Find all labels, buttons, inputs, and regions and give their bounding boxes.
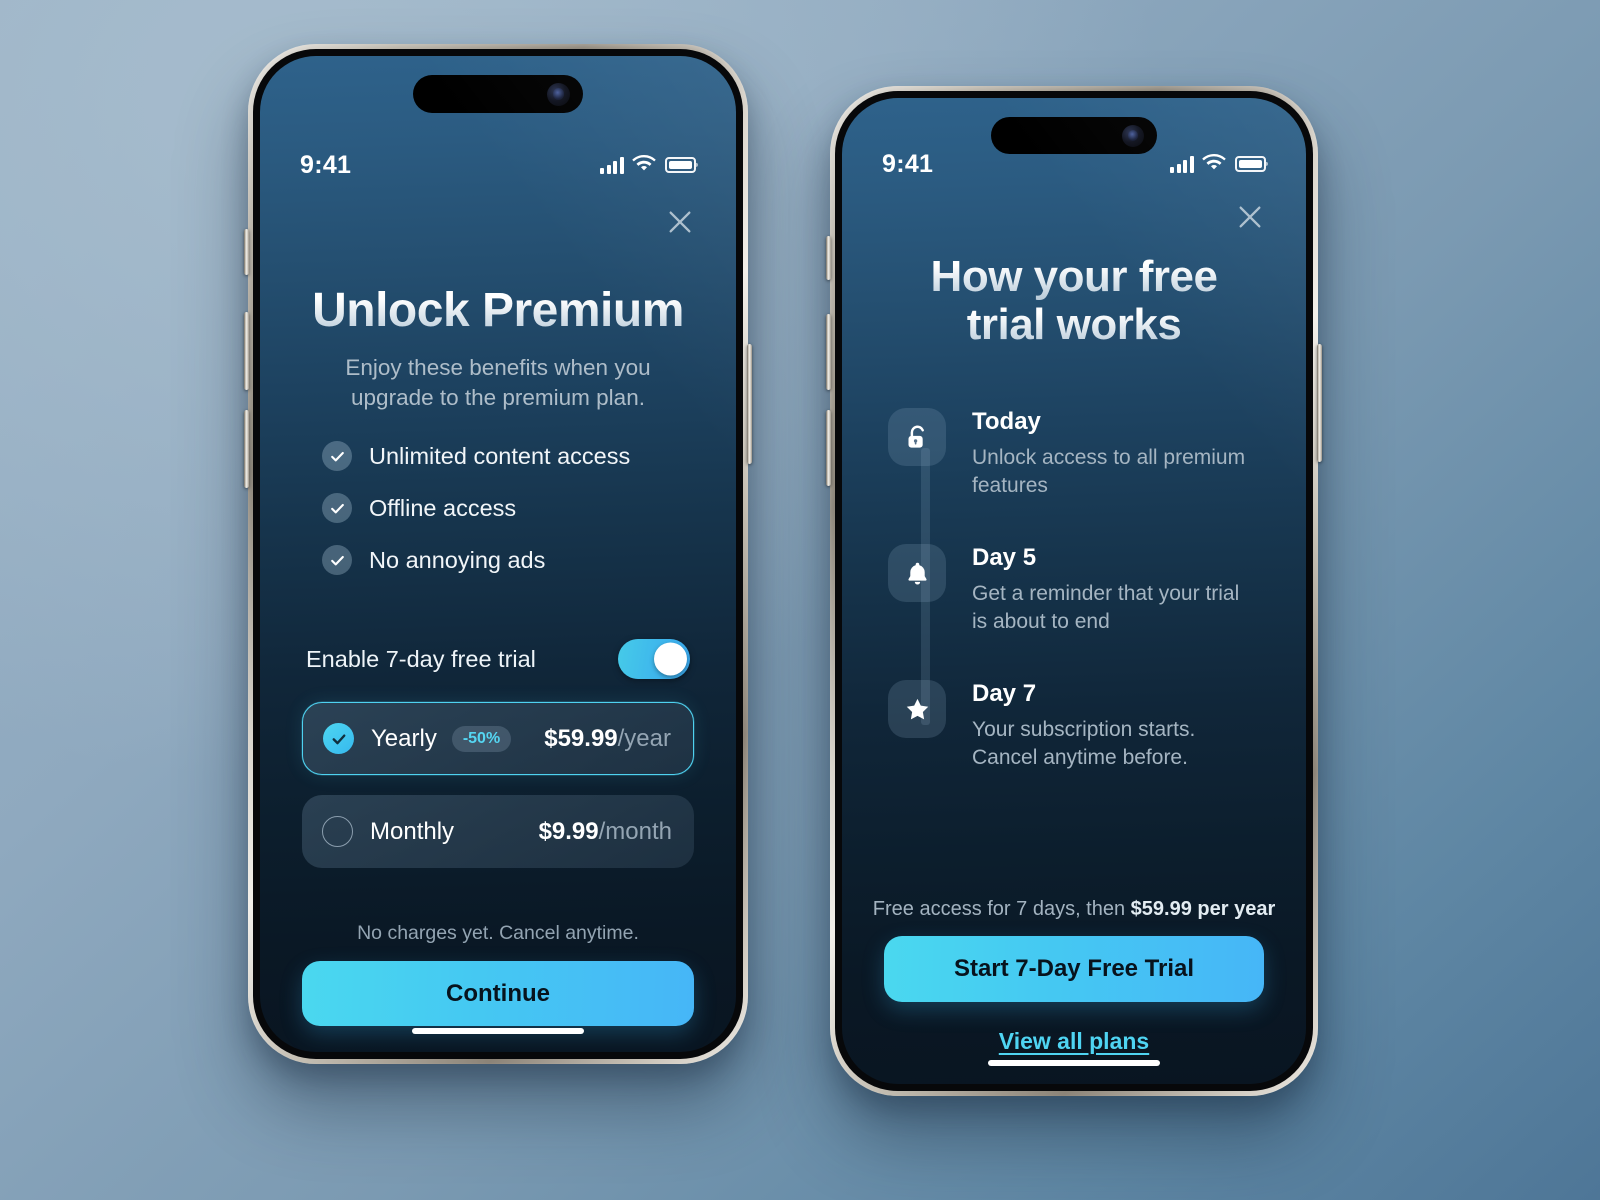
timeline-text: Today Unlock access to all premium featu… — [972, 408, 1260, 499]
status-time: 9:41 — [300, 150, 352, 179]
volume-up-button[interactable] — [826, 314, 831, 390]
status-bar: 9:41 — [842, 149, 1306, 179]
phone-bezel: 9:41 Unlock Premium Enjoy these benefits… — [253, 49, 743, 1059]
close-icon[interactable] — [666, 208, 694, 236]
list-item: Offline access — [322, 493, 674, 523]
battery-icon — [1235, 156, 1266, 172]
trial-price-note-prefix: Free access for 7 days, then — [872, 898, 1131, 920]
plan-options: Yearly -50% $59.99/year Monthly $9.99/mo… — [260, 702, 736, 868]
view-all-plans-link[interactable]: View all plans — [999, 1028, 1149, 1054]
phone-bezel: 9:41 How your free trial works Today Unl… — [835, 91, 1313, 1091]
benefit-label: Offline access — [369, 494, 517, 521]
phone-left-unlock-premium: 9:41 Unlock Premium Enjoy these benefits… — [244, 44, 752, 1064]
screen-trial-explainer: 9:41 How your free trial works Today Unl… — [842, 98, 1306, 1084]
list-item: Unlimited content access — [322, 441, 674, 471]
timeline-body: Get a reminder that your trial is about … — [972, 582, 1240, 633]
trial-price-note: Free access for 7 days, then $59.99 per … — [842, 898, 1306, 921]
timeline-body: Unlock access to all premium features — [972, 446, 1246, 497]
status-bar: 9:41 — [260, 150, 736, 180]
star-icon — [888, 680, 946, 738]
home-indicator[interactable] — [988, 1060, 1160, 1066]
plan-price-period: /month — [598, 817, 672, 845]
screen-unlock-premium: 9:41 Unlock Premium Enjoy these benefits… — [260, 56, 736, 1052]
plan-left-group: Monthly — [322, 816, 454, 847]
signal-bars-icon — [600, 156, 626, 174]
bell-icon — [888, 544, 946, 602]
trial-timeline: Today Unlock access to all premium featu… — [842, 408, 1306, 771]
volume-down-button[interactable] — [826, 410, 831, 486]
plan-option-yearly[interactable]: Yearly -50% $59.99/year — [302, 702, 694, 775]
signal-bars-icon — [1170, 155, 1196, 173]
radio-unselected-icon — [322, 816, 353, 847]
mute-switch[interactable] — [244, 229, 249, 275]
check-circle-icon — [322, 545, 352, 575]
benefits-list: Unlimited content access Offline access … — [260, 441, 736, 597]
timeline-heading: Day 5 — [972, 544, 1037, 571]
header-block: How your free trial works — [842, 253, 1306, 348]
battery-icon — [665, 157, 696, 173]
free-trial-toggle-row: Enable 7-day free trial — [260, 639, 736, 679]
discount-badge: -50% — [451, 725, 512, 752]
status-indicators — [600, 151, 696, 180]
timeline-item-today: Today Unlock access to all premium featu… — [888, 408, 1260, 499]
benefit-label: Unlimited content access — [369, 442, 631, 469]
volume-up-button[interactable] — [244, 312, 249, 390]
unlock-icon — [888, 408, 946, 466]
page-subtitle: Enjoy these benefits when you upgrade to… — [345, 354, 651, 410]
timeline-body: Your subscription starts. Cancel anytime… — [972, 718, 1196, 769]
plan-price-amount: $59.99 — [544, 724, 618, 752]
wifi-icon — [1202, 150, 1226, 179]
timeline-item-day7: Day 7 Your subscription starts. Cancel a… — [888, 680, 1260, 771]
charges-note: No charges yet. Cancel anytime. — [357, 922, 639, 944]
status-indicators — [1170, 150, 1266, 179]
timeline-heading: Day 7 — [972, 680, 1037, 707]
check-circle-icon — [322, 441, 352, 471]
phone-right-trial-explainer: 9:41 How your free trial works Today Unl… — [826, 86, 1322, 1096]
timeline-text: Day 7 Your subscription starts. Cancel a… — [972, 680, 1260, 771]
continue-button[interactable]: Continue — [302, 961, 694, 1026]
list-item: No annoying ads — [322, 545, 674, 575]
status-time: 9:41 — [882, 149, 934, 178]
plan-price-amount: $9.99 — [538, 817, 599, 845]
radio-selected-icon — [323, 723, 354, 754]
view-all-plans-row: View all plans — [842, 1028, 1306, 1055]
plan-option-monthly[interactable]: Monthly $9.99/month — [302, 795, 694, 868]
page-title-line2: trial works — [842, 300, 1306, 349]
free-trial-toggle[interactable] — [618, 639, 690, 679]
toggle-knob — [653, 642, 687, 676]
timeline-item-day5: Day 5 Get a reminder that your trial is … — [888, 544, 1260, 635]
header-block: Unlock Premium Enjoy these benefits when… — [260, 285, 736, 413]
free-trial-label: Enable 7-day free trial — [306, 645, 536, 672]
power-button[interactable] — [747, 344, 752, 464]
page-title-line1: How your free — [842, 253, 1306, 301]
plan-price: $9.99/month — [539, 818, 672, 846]
start-free-trial-button[interactable]: Start 7-Day Free Trial — [884, 936, 1264, 1002]
benefit-label: No annoying ads — [369, 546, 546, 573]
home-indicator[interactable] — [412, 1028, 584, 1034]
plan-left-group: Yearly -50% — [323, 723, 512, 754]
plan-price: $59.99/year — [544, 725, 671, 753]
front-camera-icon — [1122, 124, 1144, 147]
power-button[interactable] — [1317, 344, 1322, 462]
close-icon[interactable] — [1236, 203, 1264, 231]
mute-switch[interactable] — [826, 236, 831, 280]
timeline-text: Day 5 Get a reminder that your trial is … — [972, 544, 1260, 635]
trial-price-note-amount: $59.99 per year — [1130, 898, 1276, 920]
page-title: Unlock Premium — [260, 285, 736, 337]
dynamic-island — [413, 75, 583, 113]
plan-price-period: /year — [617, 724, 671, 752]
wifi-icon — [632, 151, 656, 180]
volume-down-button[interactable] — [244, 410, 249, 488]
dynamic-island — [991, 117, 1157, 154]
front-camera-icon — [547, 82, 570, 106]
check-circle-icon — [322, 493, 352, 523]
plan-name: Yearly — [371, 724, 437, 752]
timeline-heading: Today — [972, 408, 1041, 435]
plan-name: Monthly — [370, 817, 455, 845]
